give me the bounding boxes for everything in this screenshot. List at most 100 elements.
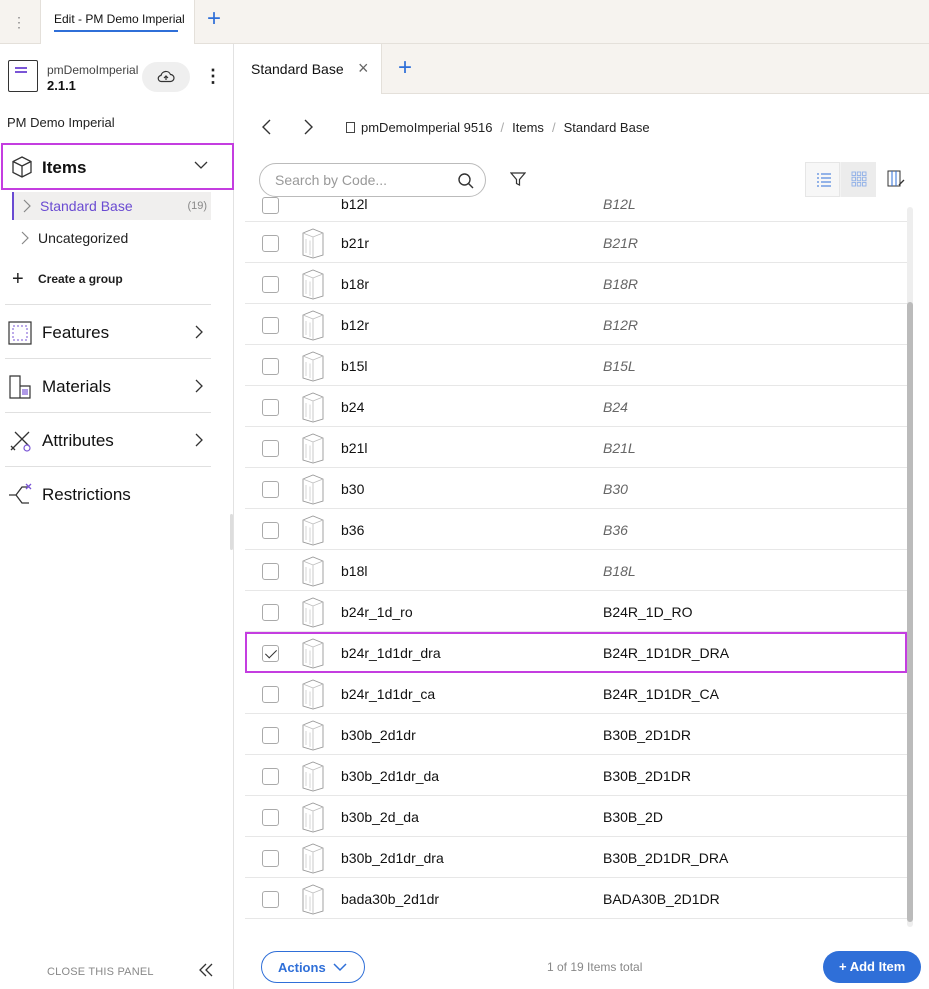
row-checkbox[interactable] xyxy=(262,686,279,703)
add-item-label: + Add Item xyxy=(839,959,906,974)
project-version: 2.1.1 xyxy=(47,78,76,93)
table-row[interactable]: b24r_1d1dr_ca B24R_1D1DR_CA xyxy=(245,673,907,714)
row-checkbox[interactable] xyxy=(262,768,279,785)
item-code: b12r xyxy=(341,317,370,333)
items-count: 1 of 19 Items total xyxy=(547,960,643,974)
attributes-icon xyxy=(10,431,31,452)
table-row[interactable]: b18r B18R xyxy=(245,263,907,304)
sidebar-section-features[interactable]: Features xyxy=(0,312,220,352)
create-group-label: Create a group xyxy=(38,272,123,286)
row-checkbox[interactable] xyxy=(262,399,279,416)
cabinet-thumbnail-icon xyxy=(299,473,327,508)
back-arrow-icon[interactable] xyxy=(260,118,274,136)
row-checkbox[interactable] xyxy=(262,317,279,334)
add-item-button[interactable]: + Add Item xyxy=(823,951,921,983)
item-name: B21R xyxy=(603,235,639,251)
restrictions-label: Restrictions xyxy=(42,485,131,504)
cabinet-thumbnail-icon xyxy=(299,514,327,549)
breadcrumb-separator: / xyxy=(500,120,505,135)
row-checkbox[interactable] xyxy=(262,563,279,580)
item-code: b24r_1d1dr_ca xyxy=(341,686,436,702)
add-tab-plus-icon[interactable]: + xyxy=(398,54,412,82)
table-row[interactable]: b36 B36 xyxy=(245,509,907,550)
filter-icon[interactable] xyxy=(510,171,526,187)
row-checkbox[interactable] xyxy=(262,358,279,375)
row-checkbox[interactable] xyxy=(262,522,279,539)
list-view-icon xyxy=(817,173,831,187)
top-tab-bar: ⋮ Edit - PM Demo Imperial + xyxy=(0,0,929,44)
items-list: b12l B12L b21r B21R b18r B18R b12r B12R b15l B1… xyxy=(245,194,907,932)
item-name: B24R_1D_RO xyxy=(603,604,693,620)
sidebar-section-attributes[interactable]: Attributes xyxy=(0,420,220,460)
row-checkbox[interactable] xyxy=(262,727,279,744)
row-checkbox[interactable] xyxy=(262,440,279,457)
grid-view-button[interactable] xyxy=(841,162,876,197)
table-row[interactable]: b18l B18L xyxy=(245,550,907,591)
table-row[interactable]: b12r B12R xyxy=(245,304,907,345)
cabinet-thumbnail-icon xyxy=(299,637,327,672)
scrollbar-thumb[interactable] xyxy=(907,302,913,922)
double-chevron-left-icon[interactable] xyxy=(198,962,214,978)
scrollbar-track[interactable] xyxy=(907,207,913,927)
cabinet-thumbnail-icon xyxy=(299,760,327,795)
row-checkbox[interactable] xyxy=(262,197,279,214)
item-code: b18l xyxy=(341,563,368,579)
close-panel-link[interactable]: CLOSE THIS PANEL xyxy=(47,966,154,978)
row-checkbox[interactable] xyxy=(262,809,279,826)
table-row[interactable]: b24r_1d_ro B24R_1D_RO xyxy=(245,591,907,632)
forward-arrow-icon[interactable] xyxy=(301,118,315,136)
item-name: B30B_2D1DR_DRA xyxy=(603,850,729,866)
actions-button[interactable]: Actions xyxy=(261,951,365,983)
table-row[interactable]: b30b_2d_da B30B_2D xyxy=(245,796,907,837)
sidebar-section-items[interactable]: Items xyxy=(1,143,234,190)
sidebar-section-restrictions[interactable]: Restrictions xyxy=(0,474,220,514)
table-row[interactable]: b12l B12L xyxy=(245,194,907,222)
row-checkbox[interactable] xyxy=(262,891,279,908)
tab-standard-base[interactable]: Standard Base × xyxy=(235,44,382,94)
chevron-right-icon xyxy=(195,433,203,447)
table-row[interactable]: b21r B21R xyxy=(245,222,907,263)
cloud-upload-button[interactable] xyxy=(142,62,190,92)
table-row[interactable]: b21l B21L xyxy=(245,427,907,468)
sidebar-group-uncategorized[interactable]: Uncategorized xyxy=(12,224,211,252)
new-tab-plus-icon[interactable]: + xyxy=(203,7,225,31)
table-row[interactable]: b30b_2d1dr_dra B30B_2D1DR_DRA xyxy=(245,837,907,878)
table-row[interactable]: b24r_1d1dr_dra B24R_1D1DR_DRA xyxy=(245,632,907,673)
row-checkbox[interactable] xyxy=(262,850,279,867)
more-options-icon[interactable]: ⋮ xyxy=(204,64,222,88)
vertical-dots-menu-icon[interactable]: ⋮ xyxy=(12,12,26,32)
search-input[interactable] xyxy=(275,172,450,188)
breadcrumb-project[interactable]: pmDemoImperial 9516 xyxy=(361,120,493,135)
item-code: b24 xyxy=(341,399,365,415)
table-row[interactable]: b30b_2d1dr_da B30B_2D1DR xyxy=(245,755,907,796)
cabinet-thumbnail-icon xyxy=(299,309,327,344)
table-row[interactable]: b24 B24 xyxy=(245,386,907,427)
search-icon[interactable] xyxy=(457,172,475,190)
table-row[interactable]: b15l B15L xyxy=(245,345,907,386)
sidebar-section-materials[interactable]: Materials xyxy=(0,366,220,406)
sidebar-items-label: Items xyxy=(42,158,87,177)
close-icon[interactable]: × xyxy=(358,58,369,79)
table-row[interactable]: b30 B30 xyxy=(245,468,907,509)
column-settings-icon[interactable] xyxy=(887,170,905,188)
sidebar-group-standard-base[interactable]: Standard Base (19) xyxy=(12,192,211,220)
row-checkbox[interactable] xyxy=(262,235,279,252)
row-checkbox[interactable] xyxy=(262,645,279,662)
table-row[interactable]: bada30b_2d1dr BADA30B_2D1DR xyxy=(245,878,907,919)
materials-label: Materials xyxy=(42,377,111,396)
divider xyxy=(5,358,211,359)
row-checkbox[interactable] xyxy=(262,276,279,293)
panel-resize-handle[interactable] xyxy=(230,514,233,550)
breadcrumb-items[interactable]: Items xyxy=(512,120,544,135)
tab-label: Standard Base xyxy=(251,61,344,77)
tab-edit-project[interactable]: Edit - PM Demo Imperial xyxy=(40,0,195,44)
item-code: bada30b_2d1dr xyxy=(341,891,440,907)
row-checkbox[interactable] xyxy=(262,604,279,621)
document-tab-bar: Standard Base × + xyxy=(235,44,929,94)
project-name: pmDemoImperial xyxy=(47,63,139,77)
document-icon xyxy=(346,122,355,133)
list-view-button[interactable] xyxy=(805,162,840,197)
row-checkbox[interactable] xyxy=(262,481,279,498)
breadcrumb: pmDemoImperial 9516 / Items / Standard Base xyxy=(346,120,650,135)
table-row[interactable]: b30b_2d1dr B30B_2D1DR xyxy=(245,714,907,755)
